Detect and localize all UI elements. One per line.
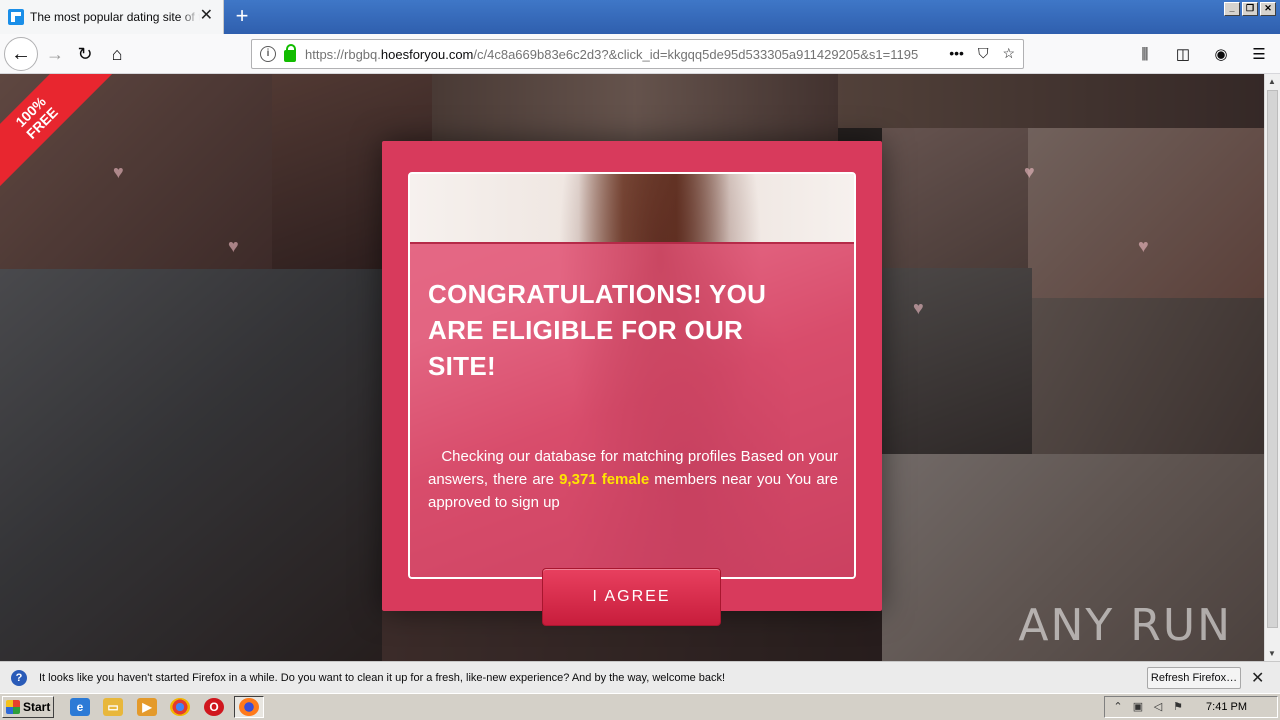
page-content: ♥ ♥ ♥ ♥ ♥ 100% FREE CONGRATULATIONS! YOU… (0, 74, 1264, 661)
notification-text: It looks like you haven't started Firefo… (39, 671, 726, 684)
site-favicon-icon (8, 9, 24, 25)
folder-icon[interactable]: ▭ (103, 698, 123, 716)
page-actions-icon[interactable]: ••• (949, 45, 964, 62)
lock-icon (284, 44, 296, 62)
flag-icon[interactable]: ⚑ (1171, 700, 1185, 714)
url-scheme: https://rbgbq. (305, 46, 381, 62)
minimize-button[interactable]: _ (1224, 2, 1240, 16)
toolbar-right: ⫼ ◫ ◉ ☰ (1130, 39, 1274, 69)
chrome-icon[interactable] (170, 698, 190, 716)
account-icon: ◉ (1214, 46, 1228, 63)
modal-title: CONGRATULATIONS! YOU ARE ELIGIBLE FOR OU… (428, 279, 767, 381)
url-path: /c/4c8a669b83e6c2d3?&click_id=kkgqq5de95… (473, 46, 919, 62)
anyrun-watermark: ANY RUN (1018, 600, 1232, 651)
refresh-firefox-button[interactable]: Refresh Firefox… (1147, 667, 1241, 689)
account-button[interactable]: ◉ (1206, 39, 1236, 69)
member-count-highlight: 9,371 female (559, 471, 650, 488)
back-button[interactable]: ← (4, 37, 38, 71)
reload-icon: ↻ (77, 43, 93, 64)
bookmark-star-icon[interactable]: ☆ (1002, 45, 1015, 62)
heart-icon: ♥ (1024, 162, 1035, 182)
site-info-icon[interactable]: i (260, 46, 276, 62)
navigation-toolbar: ← → ↻ ⌂ i https://rbgbq.hoesforyou.com/c… (0, 34, 1280, 74)
taskbar: Start e ▭ ▶ O ⌃ ▣ ◁ ⚑ 7:41 PM (0, 693, 1280, 720)
help-icon: ? (11, 669, 27, 686)
menu-button[interactable]: ☰ (1244, 39, 1274, 69)
restore-button[interactable]: ❐ (1242, 2, 1258, 16)
start-label: Start (23, 700, 51, 714)
windows-logo-icon (6, 700, 20, 714)
volume-icon[interactable]: ◁ (1151, 700, 1165, 714)
library-icon: ⫼ (1141, 45, 1149, 63)
page-scrollbar[interactable]: ▲ ▼ (1264, 74, 1280, 661)
firefox-icon (239, 698, 259, 716)
home-icon: ⌂ (111, 43, 123, 64)
heart-icon: ♥ (228, 236, 239, 256)
scroll-down-icon[interactable]: ▼ (1268, 649, 1276, 658)
close-notification-icon[interactable]: ✕ (1251, 668, 1264, 688)
window-controls: _ ❐ ✕ (1224, 2, 1276, 16)
system-tray: ⌃ ▣ ◁ ⚑ 7:41 PM (1104, 696, 1278, 718)
new-tab-button[interactable]: + (230, 4, 254, 28)
close-window-button[interactable]: ✕ (1260, 2, 1276, 16)
eligibility-modal: CONGRATULATIONS! YOU ARE ELIGIBLE FOR OU… (382, 141, 882, 626)
internet-explorer-icon[interactable]: e (70, 698, 90, 716)
hamburger-menu-icon: ☰ (1252, 46, 1266, 63)
browser-tab[interactable]: The most popular dating site of the ✕ (0, 0, 224, 34)
home-button[interactable]: ⌂ (102, 39, 132, 69)
start-button[interactable]: Start (2, 696, 54, 718)
title-bar: The most popular dating site of the ✕ + … (0, 0, 1280, 34)
pocket-icon[interactable]: ⛉ (978, 45, 989, 62)
chevron-up-icon[interactable]: ⌃ (1111, 700, 1125, 714)
clock[interactable]: 7:41 PM (1206, 701, 1247, 713)
library-button[interactable]: ⫼ (1130, 39, 1160, 69)
heart-icon: ♥ (113, 162, 124, 182)
url-text[interactable]: https://rbgbq.hoesforyou.com/c/4c8a669b8… (305, 47, 933, 62)
watermark-text: ANY RUN (1018, 600, 1232, 651)
sidebar-icon: ◫ (1175, 46, 1191, 63)
sidebar-button[interactable]: ◫ (1168, 39, 1198, 69)
scroll-up-icon[interactable]: ▲ (1268, 77, 1276, 86)
heart-icon: ♥ (1138, 236, 1149, 256)
modal-body: Checking our database for matching profi… (428, 445, 838, 514)
agree-button[interactable]: I AGREE (542, 568, 721, 626)
url-bar[interactable]: i https://rbgbq.hoesforyou.com/c/4c8a669… (251, 39, 1024, 69)
reload-button[interactable]: ↻ (70, 39, 100, 69)
arrow-right-icon: → (46, 43, 64, 64)
scroll-thumb[interactable] (1267, 90, 1278, 628)
close-tab-icon[interactable]: ✕ (200, 8, 213, 24)
arrow-left-icon: ← (11, 42, 31, 65)
url-actions: ••• ⛉ ☆ (949, 45, 1015, 62)
notification-bar: ? It looks like you haven't started Fire… (0, 661, 1280, 693)
opera-icon[interactable]: O (204, 698, 224, 716)
firefox-taskbar-button[interactable] (234, 696, 264, 718)
url-host: hoesforyou.com (380, 46, 474, 62)
tab-title: The most popular dating site of the (30, 10, 200, 24)
heart-icon: ♥ (913, 298, 924, 318)
media-player-icon[interactable]: ▶ (137, 698, 157, 716)
forward-button[interactable]: → (40, 39, 70, 69)
network-icon[interactable]: ▣ (1131, 700, 1145, 714)
